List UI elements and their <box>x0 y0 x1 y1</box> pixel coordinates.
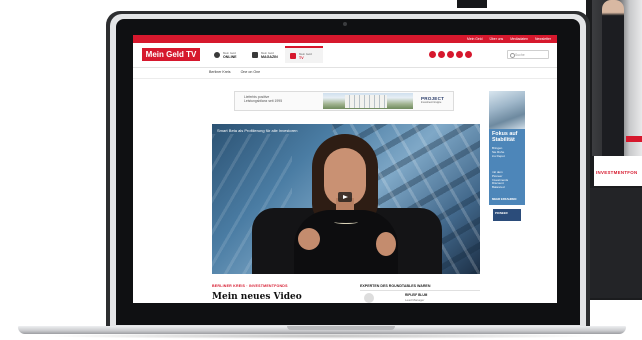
experts-divider <box>360 290 480 291</box>
nav-tabs: Mein Geld ONLINE Mein Geld MAGAZIN Mein … <box>209 46 323 63</box>
video-player[interactable]: Smart Beta als Profilierung für alle Inv… <box>212 124 480 274</box>
background-device-edge <box>457 0 487 8</box>
site-logo[interactable]: Mein Geld TV <box>142 48 200 61</box>
banner-ad-building <box>345 95 387 108</box>
sidebar-ad-headline: Fokus auf Stabilität <box>492 131 517 144</box>
top-bar: Mein Geld Über uns Mediadaten Newsletter <box>133 35 557 43</box>
background-device-lower <box>590 188 642 298</box>
background-red-bar <box>626 136 642 142</box>
top-links: Mein Geld Über uns Mediadaten Newsletter <box>467 37 551 41</box>
background-device-label: INVESTMENTFON <box>596 170 638 175</box>
expert-role: Lead Manager <box>405 298 425 302</box>
search-placeholder: Suche <box>515 52 525 57</box>
article-category[interactable]: BERLINER KREIS · INVESTMENTFONDS <box>212 284 288 288</box>
banner-ad-text: Lieferbis positive Leistungsbilanz seit … <box>244 95 282 104</box>
sidebar-ad-line: ins Depot <box>492 153 505 158</box>
banner-ad-logo: PROJECT Investment Gruppe <box>421 96 451 108</box>
top-link[interactable]: Über uns <box>489 37 503 41</box>
play-button[interactable] <box>338 192 352 202</box>
experts-heading: EXPERTEN DES ROUNDTABLES WAREN <box>360 284 431 288</box>
header-divider <box>133 67 557 68</box>
tab-tv[interactable]: Mein Geld TV <box>285 46 323 63</box>
tab-big-label: MAGAZIN <box>261 54 278 59</box>
twitter-icon[interactable] <box>438 51 445 58</box>
linkedin-icon[interactable] <box>456 51 463 58</box>
sidebar-ad[interactable]: Fokus auf Stabilität Bringen Sie Ruhe in… <box>489 91 525 227</box>
sidebar-ad-image <box>489 91 525 129</box>
article-title: Mein neues Video <box>212 292 302 302</box>
sidebar-ad-body: mit dem Pioneer Investments Discount Bal… <box>492 170 508 190</box>
subnav-divider <box>133 78 557 79</box>
top-link[interactable]: Newsletter <box>535 37 551 41</box>
pioneer-logo-text: PIONEER <box>495 211 508 215</box>
tv-icon <box>290 52 296 59</box>
video-title: Smart Beta als Profilierung für alle Inv… <box>217 128 298 133</box>
background-presenter-image <box>602 0 624 156</box>
website-screen: Mein Geld Über uns Mediadaten Newsletter… <box>133 35 557 303</box>
tab-big-label: ONLINE <box>223 54 237 59</box>
tab-online[interactable]: Mein Geld ONLINE <box>209 46 247 63</box>
search-input[interactable]: Suche <box>507 50 549 59</box>
facebook-icon[interactable] <box>429 51 436 58</box>
xing-icon[interactable] <box>447 51 454 58</box>
magazine-icon <box>252 51 258 58</box>
social-icons <box>429 51 472 58</box>
sidebar-ad-footer: PIONEER <box>489 205 525 227</box>
avatar[interactable] <box>364 293 374 303</box>
banner-logo-sub: Investment Gruppe <box>421 101 442 104</box>
youtube-icon[interactable] <box>465 51 472 58</box>
subnav-item[interactable]: Berliner Kreis <box>209 70 231 74</box>
sidebar-ad-link[interactable]: MEHR ERFAHREN <box>492 197 520 201</box>
top-link[interactable]: Mediadaten <box>510 37 528 41</box>
tab-big-label: TV <box>299 55 304 60</box>
video-person-necklace <box>334 220 358 224</box>
subnav-item[interactable]: One on One <box>241 70 261 74</box>
sidebar-ad-headline-line: Stabilität <box>492 137 515 144</box>
banner-ad[interactable]: Lieferbis positive Leistungsbilanz seit … <box>234 91 454 111</box>
sidebar-ad-line: Balanced <box>492 185 505 190</box>
video-person-hand <box>298 228 320 250</box>
play-icon <box>343 194 348 199</box>
expert-name[interactable]: RIPLEIF BLUM <box>405 293 427 297</box>
sidebar-ad-body: Bringen Sie Ruhe ins Depot <box>492 146 505 158</box>
tab-magazin[interactable]: Mein Geld MAGAZIN <box>247 46 285 63</box>
top-link[interactable]: Mein Geld <box>467 37 482 41</box>
pioneer-logo: PIONEER <box>493 209 521 221</box>
camera-icon <box>343 22 347 26</box>
subnav: Berliner Kreis One on One <box>209 70 260 74</box>
banner-line: Leistungsbilanz seit 1995 <box>244 99 283 104</box>
laptop-base-notch <box>287 326 395 330</box>
video-person-hand <box>376 232 396 256</box>
globe-icon <box>214 51 220 58</box>
